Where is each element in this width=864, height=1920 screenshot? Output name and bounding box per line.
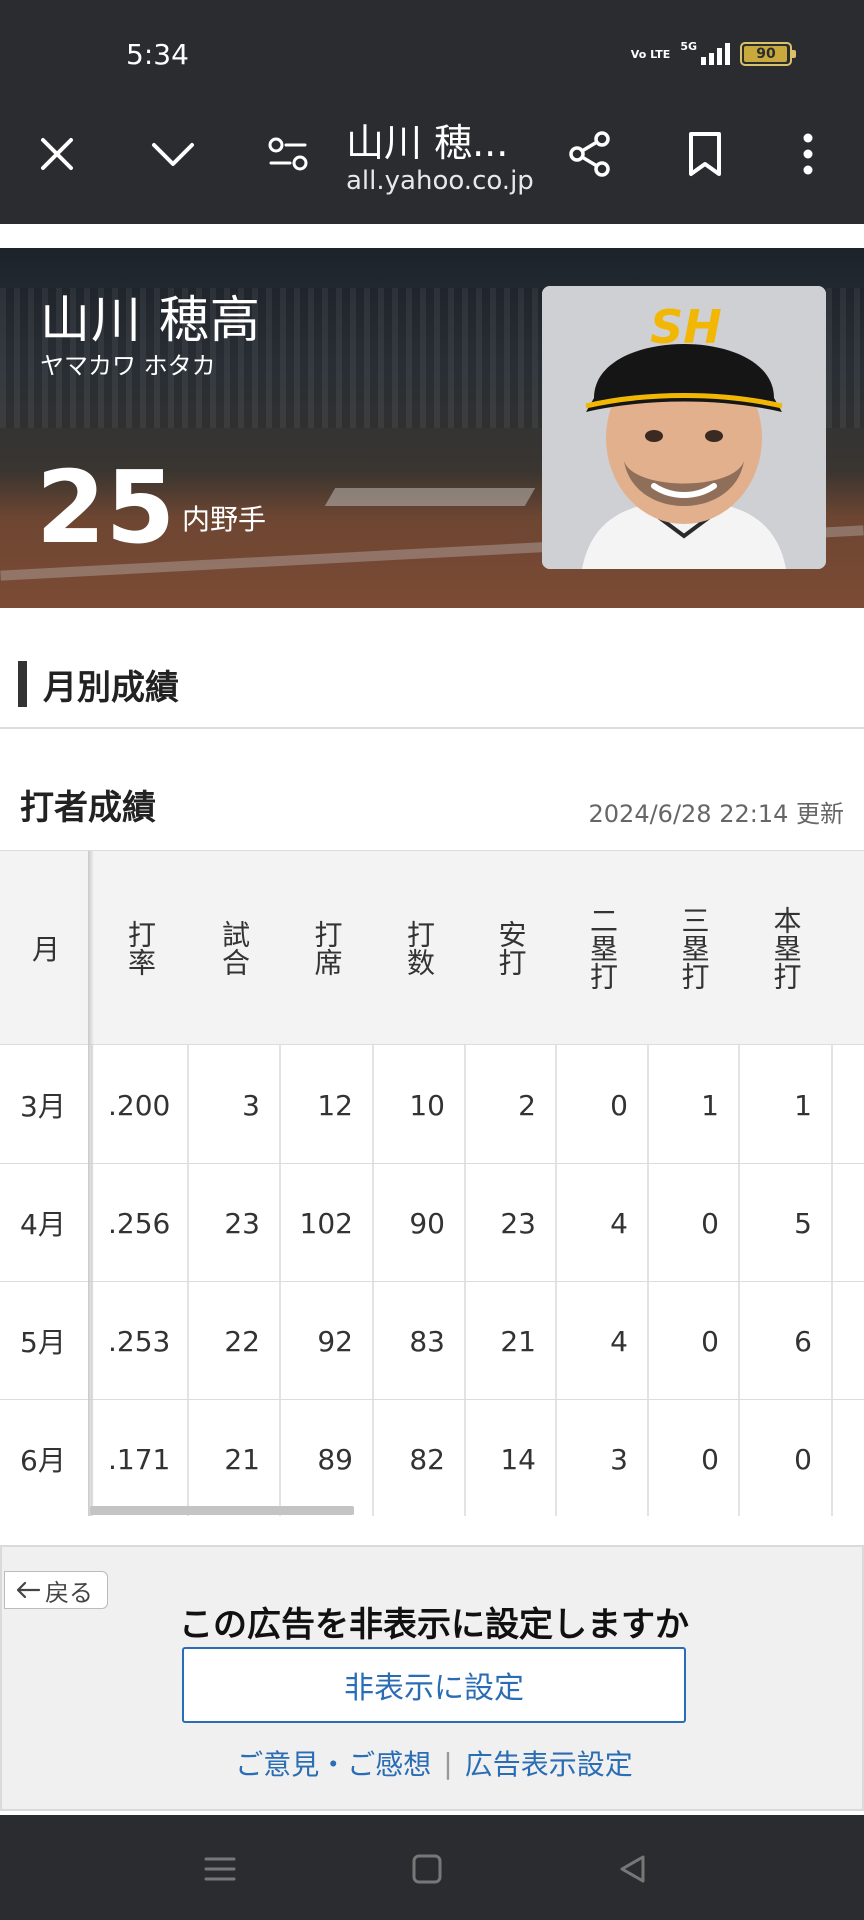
column-header: 試合 bbox=[218, 920, 251, 976]
stat-cell: .200 bbox=[108, 1088, 171, 1122]
column-header: 月 bbox=[31, 933, 60, 966]
stat-cell: 3 bbox=[610, 1442, 628, 1476]
stat-cell: 90 bbox=[409, 1206, 445, 1240]
horizontal-scrollbar[interactable] bbox=[90, 1506, 354, 1515]
stat-cell: .253 bbox=[108, 1324, 171, 1358]
stat-cell: 3 bbox=[242, 1088, 260, 1122]
section-title: 月別成績 bbox=[43, 667, 179, 708]
stat-cell: 10 bbox=[409, 1088, 445, 1122]
stat-cell: 1 bbox=[794, 1088, 812, 1122]
close-icon[interactable] bbox=[25, 122, 89, 186]
column-header: 打数 bbox=[403, 920, 436, 976]
column-header: 本塁打 bbox=[769, 906, 803, 990]
cap-logo: SH bbox=[650, 300, 722, 354]
stat-cell: 22 bbox=[224, 1324, 260, 1358]
stat-cell: 21 bbox=[224, 1442, 260, 1476]
stat-cell: 102 bbox=[299, 1206, 353, 1240]
table-row: 3月 .200 3 12 10 2 0 1 1 bbox=[0, 1046, 864, 1164]
column-header: 打席 bbox=[310, 920, 344, 976]
hide-ad-button[interactable]: 非表示に設定 bbox=[182, 1647, 686, 1723]
system-nav-bar bbox=[0, 1815, 864, 1920]
share-icon[interactable] bbox=[558, 122, 622, 186]
player-position: 内野手 bbox=[182, 503, 267, 536]
table-row: 6月 .171 21 89 82 14 3 0 0 bbox=[0, 1400, 864, 1516]
section-heading: 月別成績 bbox=[18, 660, 179, 708]
stat-cell: .256 bbox=[108, 1206, 171, 1240]
ad-links: ご意見・ご感想 | 広告表示設定 bbox=[2, 1743, 864, 1783]
stat-cell: 0 bbox=[701, 1324, 719, 1358]
chevron-down-icon[interactable] bbox=[141, 122, 205, 186]
stat-cell: 5 bbox=[794, 1206, 812, 1240]
month-cell: 6月 bbox=[20, 1444, 66, 1477]
status-icons: Vo LTE 5G 90 bbox=[630, 39, 796, 66]
table-row: 4月 .256 23 102 90 23 4 0 5 bbox=[0, 1164, 864, 1282]
home-icon[interactable] bbox=[403, 1845, 451, 1893]
table-header-row: 月 打率 試合 打席 打数 安打 二塁打 三塁打 本塁打 bbox=[0, 851, 864, 1045]
batting-stats-table[interactable]: 月打率 試合 打席 打数 安打 二塁打 三塁打 本塁打 3月 .200 3 12 10 2 0 1 1 4月 .2… bbox=[0, 850, 864, 1516]
stat-cell: .171 bbox=[108, 1442, 171, 1476]
feedback-link[interactable]: ご意見・ご感想 bbox=[235, 1743, 431, 1783]
ad-question: この広告を非表示に設定しますか bbox=[179, 1605, 689, 1645]
uniform-number: 25 bbox=[36, 449, 176, 566]
stat-cell: 14 bbox=[500, 1442, 536, 1476]
more-vert-icon[interactable] bbox=[776, 122, 840, 186]
stat-cell: 82 bbox=[409, 1442, 445, 1476]
column-header: 二塁打 bbox=[586, 906, 619, 990]
back-nav-icon[interactable] bbox=[609, 1845, 657, 1893]
signal-icon bbox=[701, 43, 730, 65]
bookmark-icon[interactable] bbox=[673, 122, 737, 186]
stat-cell: 0 bbox=[701, 1442, 719, 1476]
stat-cell: 6 bbox=[794, 1324, 812, 1358]
status-time: 5:34 bbox=[126, 38, 189, 71]
player-hero: 山川 穂高 ヤマカワ ホタカ 25 内野手 SH bbox=[0, 248, 864, 608]
page-domain[interactable]: all.yahoo.co.jp bbox=[346, 166, 534, 196]
column-header: 安打 bbox=[494, 920, 528, 976]
month-cell: 3月 bbox=[20, 1090, 66, 1123]
month-cell: 5月 bbox=[20, 1326, 66, 1359]
stat-cell: 1 bbox=[701, 1088, 719, 1122]
stat-cell: 0 bbox=[701, 1206, 719, 1240]
stat-cell: 83 bbox=[409, 1324, 445, 1358]
player-kana: ヤマカワ ホタカ bbox=[40, 352, 216, 380]
player-photo: SH bbox=[542, 286, 826, 569]
player-name: 山川 穂高 bbox=[40, 291, 261, 349]
stat-cell: 4 bbox=[610, 1324, 628, 1358]
volte-icon: Vo LTE bbox=[630, 47, 671, 61]
table-row: 5月 .253 22 92 83 21 4 0 6 bbox=[0, 1282, 864, 1400]
stat-cell: 21 bbox=[500, 1324, 536, 1358]
stat-cell: 0 bbox=[610, 1088, 628, 1122]
column-header: 三塁打 bbox=[677, 906, 711, 990]
menu-icon[interactable] bbox=[196, 1845, 244, 1893]
page-title[interactable]: 山川 穂... bbox=[346, 112, 508, 167]
stat-cell: 23 bbox=[224, 1206, 260, 1240]
browser-top-bar: 5:34 Vo LTE 5G 90 山川 穂... all.yahoo.co.j… bbox=[0, 0, 864, 224]
ad-hide-prompt: 戻る この広告を非表示に設定しますか 非表示に設定 ご意見・ご感想 | 広告表示… bbox=[0, 1545, 864, 1811]
network-type: 5G bbox=[680, 39, 697, 53]
stat-cell: 0 bbox=[794, 1442, 812, 1476]
battery-icon: 90 bbox=[740, 42, 796, 66]
ad-settings-link[interactable]: 広告表示設定 bbox=[465, 1743, 633, 1783]
link-separator: | bbox=[443, 1746, 453, 1780]
stat-cell: 23 bbox=[500, 1206, 536, 1240]
stat-cell: 12 bbox=[317, 1088, 353, 1122]
updated-timestamp: 2024/6/28 22:14 更新 bbox=[588, 800, 844, 828]
stat-cell: 89 bbox=[317, 1442, 353, 1476]
stat-cell: 2 bbox=[518, 1088, 536, 1122]
month-cell: 4月 bbox=[20, 1208, 66, 1241]
stat-cell: 92 bbox=[317, 1324, 353, 1358]
batting-title: 打者成績 bbox=[20, 788, 156, 828]
battery-level: 90 bbox=[756, 46, 776, 62]
column-header: 打率 bbox=[124, 920, 157, 976]
tune-icon[interactable] bbox=[256, 122, 320, 186]
stat-cell: 4 bbox=[610, 1206, 628, 1240]
